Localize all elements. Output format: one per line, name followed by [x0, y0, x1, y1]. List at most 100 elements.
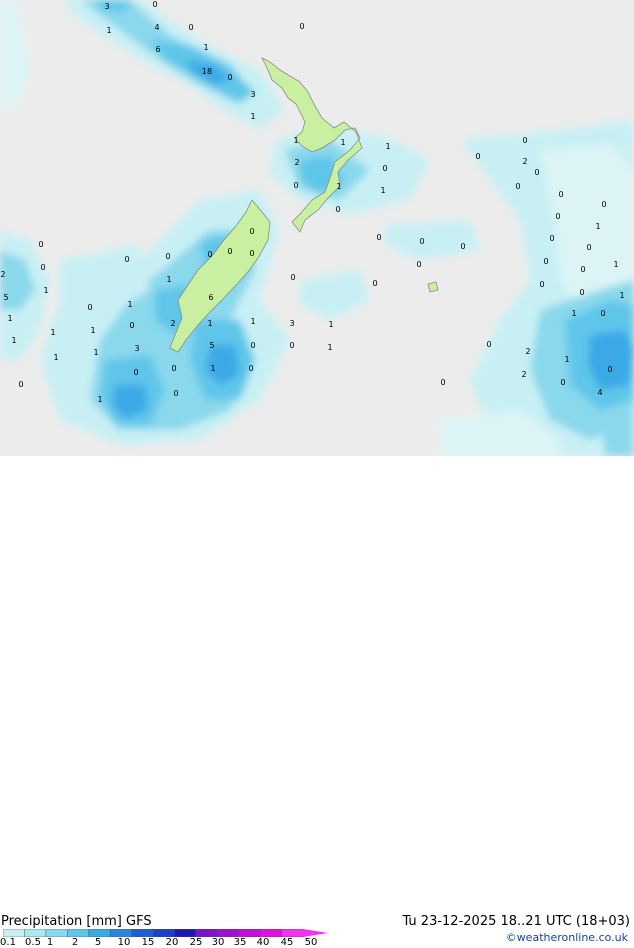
map-label: 0	[18, 380, 23, 389]
map-label: 0	[522, 136, 527, 145]
map-label: 0	[335, 205, 340, 214]
map-label: 4	[154, 23, 159, 32]
map-label: 0	[601, 200, 606, 209]
map-label: 1	[595, 222, 600, 231]
scale-swatch	[259, 929, 283, 937]
color-scale	[3, 929, 328, 937]
scale-swatch	[238, 929, 261, 937]
scale-swatch	[109, 929, 133, 937]
footer-bar: Precipitation [mm] GFS Tu 23-12-2025 18.…	[0, 456, 634, 948]
precip-fields	[0, 0, 634, 456]
map-label: 1	[327, 343, 332, 352]
scale-tick-label: 15	[141, 937, 155, 948]
scale-tick-label: 0.5	[25, 937, 41, 948]
map-label: 0	[440, 378, 445, 387]
scale-tick-label: 40	[256, 937, 270, 948]
credit-link[interactable]: ©weatheronline.co.uk	[506, 931, 628, 944]
map-label: 0	[475, 152, 480, 161]
map-label: 1	[619, 291, 624, 300]
map-label: 0	[372, 279, 377, 288]
map-label: 0	[129, 321, 134, 330]
scale-tick-label: 0.1	[0, 937, 16, 948]
map-label: 0	[171, 364, 176, 373]
map-label: 1	[106, 26, 111, 35]
map-label: 2	[170, 319, 175, 328]
map-label: 0	[289, 341, 294, 350]
map-label: 1	[50, 328, 55, 337]
map-label: 0	[248, 364, 253, 373]
map-label: 1	[127, 300, 132, 309]
map-label: 0	[579, 288, 584, 297]
map-label: 5	[3, 293, 8, 302]
scale-tick-label: 20	[165, 937, 179, 948]
map-label: 0	[207, 250, 212, 259]
map-label: 1	[385, 142, 390, 151]
scale-tick-label: 10	[117, 937, 131, 948]
map-label: 1	[166, 275, 171, 284]
map-title: Precipitation [mm] GFS	[1, 914, 152, 929]
map-label: 0	[549, 234, 554, 243]
scale-tick-label: 5	[94, 937, 102, 948]
scale-swatch	[281, 929, 304, 937]
scale-tick-label: 2	[71, 937, 79, 948]
map-label: 0	[87, 303, 92, 312]
scale-swatch	[3, 929, 26, 937]
scale-arrow	[303, 929, 328, 937]
map-label: 0	[227, 247, 232, 256]
map-label: 0	[299, 22, 304, 31]
map-label: 1	[328, 320, 333, 329]
map-label: 0	[586, 243, 591, 252]
map-label: 0	[173, 389, 178, 398]
scale-tick-label: 50	[304, 937, 318, 948]
map-label: 1	[340, 138, 345, 147]
map-label: 6	[155, 45, 160, 54]
map-label: 0	[382, 164, 387, 173]
map-label: 4	[597, 388, 602, 397]
map-label: 2	[0, 270, 5, 279]
scale-tick-label: 35	[233, 937, 247, 948]
map-label: 6	[208, 293, 213, 302]
scale-swatch	[88, 929, 111, 937]
map-label: 0	[376, 233, 381, 242]
map-label: 0	[38, 240, 43, 249]
scale-swatch	[131, 929, 154, 937]
map-label: 1	[380, 186, 385, 195]
map-label: 0	[607, 365, 612, 374]
map-label: 1	[571, 309, 576, 318]
scale-swatch	[24, 929, 47, 937]
color-scale-ticks: 0.1 0.5 1 2 5 10 15 20 25 30 35 40 45 50	[0, 937, 330, 948]
map-label: 3	[134, 344, 139, 353]
map-label: 1	[336, 182, 341, 191]
map-label: 1	[250, 317, 255, 326]
map-label: 0	[165, 252, 170, 261]
map-label: 0	[543, 257, 548, 266]
chatham-island	[427, 281, 439, 293]
scale-swatch	[67, 929, 90, 937]
precipitation-map: 3 0 0 1 4 0 6 1 18 0 3 1 1 2 0 1 1 1 0 1…	[0, 0, 634, 456]
map-label: 1	[203, 43, 208, 52]
map-label: 0	[227, 73, 232, 82]
map-label: 0	[515, 182, 520, 191]
scale-tick-label: 45	[280, 937, 294, 948]
map-label: 0	[188, 23, 193, 32]
map-label: 1	[250, 112, 255, 121]
map-label: 0	[539, 280, 544, 289]
map-label: 0	[152, 0, 157, 9]
map-label: 1	[7, 314, 12, 323]
map-label: 0	[40, 263, 45, 272]
map-label: 0	[133, 368, 138, 377]
map-label: 2	[521, 370, 526, 379]
map-label: 1	[613, 260, 618, 269]
map-label: 0	[558, 190, 563, 199]
map-label: 18	[202, 67, 212, 76]
map-label: 2	[294, 158, 299, 167]
map-label: 0	[250, 341, 255, 350]
map-label: 1	[90, 326, 95, 335]
map-label: 1	[97, 395, 102, 404]
map-label: 2	[522, 157, 527, 166]
map-label: 1	[53, 353, 58, 362]
scale-swatch	[45, 929, 69, 937]
map-label: 0	[249, 249, 254, 258]
map-label: 0	[249, 227, 254, 236]
map-label: 1	[43, 286, 48, 295]
